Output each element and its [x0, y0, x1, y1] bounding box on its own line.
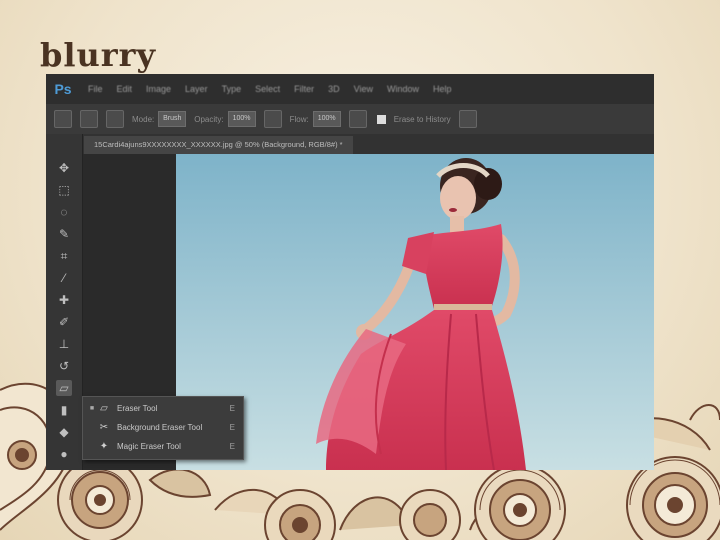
flow-label: Flow:	[289, 114, 309, 124]
opacity-label: Opacity:	[194, 114, 224, 124]
eyedropper-tool-icon[interactable]: ⁄	[56, 270, 72, 286]
flyout-label-eraser: Eraser Tool	[117, 403, 158, 413]
menu-image[interactable]: Image	[146, 84, 171, 94]
eraser-preset-icon[interactable]	[54, 110, 72, 128]
app-logo: Ps	[54, 81, 72, 97]
mode-label: Mode:	[132, 114, 155, 124]
shortcut-key: E	[229, 441, 235, 451]
tools-panel: ✥ ⬚ ◌ ✎ ⌗ ⁄ ✚ ✐ ⊥ ↺ ▱ ▮ ◆ ●	[46, 134, 83, 470]
menu-3d[interactable]: 3D	[328, 84, 340, 94]
eraser-tool-icon[interactable]: ▱	[56, 380, 72, 396]
options-bar: Mode: Brush Opacity: 100% Flow: 100% Era…	[46, 104, 654, 134]
magic-eraser-icon: ✦	[99, 440, 109, 452]
menu-help[interactable]: Help	[433, 84, 452, 94]
document-tab[interactable]: 15Cardi4ajuns9XXXXXXXX_XXXXXX.jpg @ 50% …	[84, 136, 353, 154]
menu-select[interactable]: Select	[255, 84, 280, 94]
menu-filter[interactable]: Filter	[294, 84, 314, 94]
document-tab-bar: 15Cardi4ajuns9XXXXXXXX_XXXXXX.jpg @ 50% …	[82, 134, 654, 154]
flyout-item-magic-eraser[interactable]: ✦ Magic Eraser Tool E	[83, 437, 243, 455]
menu-bar: Ps File Edit Image Layer Type Select Fil…	[46, 74, 654, 104]
brush-tool-icon[interactable]: ✐	[56, 314, 72, 330]
menu-layer[interactable]: Layer	[185, 84, 208, 94]
menu-edit[interactable]: Edit	[117, 84, 133, 94]
healing-tool-icon[interactable]: ✚	[56, 292, 72, 308]
slide-title: blurry	[40, 36, 157, 74]
erase-history-checkbox[interactable]	[376, 114, 386, 124]
image-canvas[interactable]	[176, 154, 654, 470]
eraser-icon: ▱	[100, 402, 108, 414]
flyout-label-magic-eraser: Magic Eraser Tool	[117, 441, 181, 451]
shortcut-key: E	[229, 403, 235, 413]
pressure-opacity-icon[interactable]	[263, 110, 282, 128]
history-brush-tool-icon[interactable]: ↺	[56, 358, 72, 374]
model-photo	[316, 158, 526, 470]
lasso-tool-icon[interactable]: ◌	[56, 204, 72, 220]
pressure-size-icon[interactable]	[458, 110, 477, 128]
crop-tool-icon[interactable]: ⌗	[56, 248, 72, 264]
shortcut-key: E	[229, 422, 235, 432]
flyout-item-eraser[interactable]: ■ ▱ Eraser Tool E	[83, 399, 243, 417]
quick-select-tool-icon[interactable]: ✎	[56, 226, 72, 242]
move-tool-icon[interactable]: ✥	[56, 160, 72, 176]
photoshop-window: Ps File Edit Image Layer Type Select Fil…	[46, 74, 654, 470]
stamp-tool-icon[interactable]: ⊥	[56, 336, 72, 352]
flyout-label-background-eraser: Background Eraser Tool	[117, 422, 203, 432]
mode-select[interactable]: Brush	[158, 111, 187, 127]
selected-bullet-icon: ■	[89, 404, 95, 412]
erase-history-label: Erase to History	[393, 114, 451, 124]
background-eraser-icon: ✂	[99, 421, 109, 433]
menu-window[interactable]: Window	[387, 84, 419, 94]
blur-tool-icon[interactable]: ◆	[56, 424, 72, 440]
menu-view[interactable]: View	[354, 84, 373, 94]
flyout-item-background-eraser[interactable]: ✂ Background Eraser Tool E	[83, 418, 243, 436]
airbrush-icon[interactable]	[348, 110, 367, 128]
brush-size-icon[interactable]	[80, 110, 98, 128]
eraser-tool-flyout: ■ ▱ Eraser Tool E ✂ Background Eraser To…	[82, 396, 244, 460]
opacity-input[interactable]: 100%	[227, 111, 256, 127]
marquee-tool-icon[interactable]: ⬚	[56, 182, 72, 198]
menu-type[interactable]: Type	[222, 84, 242, 94]
dodge-tool-icon[interactable]: ●	[56, 446, 72, 462]
brush-panel-icon[interactable]	[106, 110, 124, 128]
flow-input[interactable]: 100%	[312, 111, 341, 127]
gradient-tool-icon[interactable]: ▮	[56, 402, 72, 418]
menu-file[interactable]: File	[88, 84, 103, 94]
